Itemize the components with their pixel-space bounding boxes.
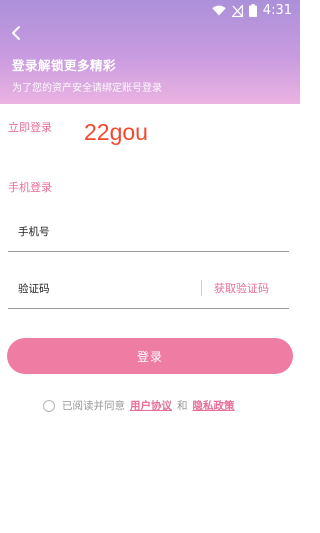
status-time: 4:31 <box>262 3 292 18</box>
page-subtitle: 为了您的资产安全请绑定账号登录 <box>12 83 162 94</box>
verification-code-field[interactable]: 验证码 获取验证码 <box>8 270 289 309</box>
agreement-prefix: 已阅读并同意 <box>62 400 125 412</box>
agreement-and: 和 <box>177 400 188 412</box>
header: 4:31 登录解锁更多精彩 为了您的资产安全请绑定账号登录 <box>0 0 300 104</box>
phone-placeholder: 手机号 <box>18 226 50 238</box>
phone-login-label: 手机登录 <box>8 181 52 194</box>
login-button[interactable]: 登录 <box>7 338 293 374</box>
back-button[interactable] <box>8 24 26 42</box>
signal-off-icon <box>231 4 243 17</box>
status-bar: 4:31 <box>0 0 300 24</box>
login-now-label: 立即登录 <box>8 121 52 134</box>
field-divider <box>201 280 202 296</box>
chevron-left-icon <box>12 26 20 40</box>
agree-checkbox[interactable] <box>43 399 55 412</box>
user-agreement-link[interactable]: 用户协议 <box>130 398 172 413</box>
privacy-policy-link[interactable]: 隐私政策 <box>193 398 235 413</box>
agreement-row: 已阅读并同意 用户协议 和 隐私政策 <box>43 398 240 413</box>
wifi-icon <box>212 5 226 16</box>
battery-icon <box>248 4 257 17</box>
get-code-button[interactable]: 获取验证码 <box>214 280 269 296</box>
page-title: 登录解锁更多精彩 <box>12 58 117 73</box>
watermark-text: 22gou <box>84 119 148 145</box>
phone-field[interactable]: 手机号 <box>8 213 289 252</box>
status-icons: 4:31 <box>212 3 292 18</box>
code-placeholder: 验证码 <box>18 283 50 295</box>
